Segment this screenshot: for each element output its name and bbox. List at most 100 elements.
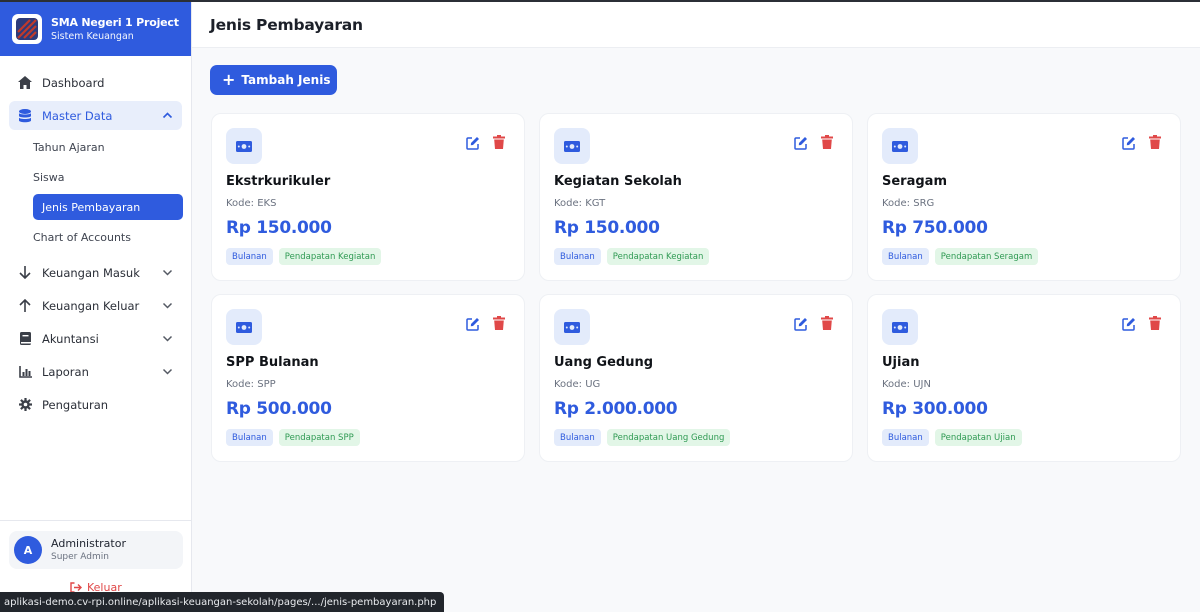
sidebar-item-keuangan-masuk[interactable]: Keuangan Masuk bbox=[9, 258, 182, 287]
period-badge: Bulanan bbox=[882, 248, 929, 265]
sidebar-item-label: Laporan bbox=[42, 364, 89, 379]
period-badge: Bulanan bbox=[226, 248, 273, 265]
money-bill-icon bbox=[882, 128, 918, 164]
top-border bbox=[0, 0, 1200, 2]
chevron-down-icon bbox=[162, 302, 173, 309]
sidebar-item-label: Akuntansi bbox=[42, 331, 99, 346]
card-price: Rp 2.000.000 bbox=[554, 399, 678, 419]
money-bill-icon bbox=[882, 309, 918, 345]
card-price: Rp 300.000 bbox=[882, 399, 988, 419]
card-price: Rp 150.000 bbox=[554, 218, 660, 238]
payment-type-card: Uang Gedung Kode: UG Rp 2.000.000 Bulana… bbox=[539, 294, 853, 462]
database-icon bbox=[18, 108, 32, 123]
payment-type-card: Kegiatan Sekolah Kode: KGT Rp 150.000 Bu… bbox=[539, 113, 853, 281]
money-bill-icon bbox=[226, 309, 262, 345]
card-code: Kode: SRG bbox=[882, 198, 935, 209]
card-title: Uang Gedung bbox=[554, 355, 654, 370]
chevron-up-icon bbox=[162, 112, 173, 119]
edit-icon[interactable] bbox=[466, 136, 480, 150]
account-badge: Pendapatan Kegiatan bbox=[606, 248, 710, 265]
trash-icon[interactable] bbox=[820, 135, 834, 149]
money-bill-icon bbox=[554, 128, 590, 164]
card-title: Ujian bbox=[882, 355, 920, 370]
card-title: SPP Bulanan bbox=[226, 355, 319, 370]
chevron-down-icon bbox=[162, 335, 173, 342]
chevron-down-icon bbox=[162, 368, 173, 375]
chart-line-icon bbox=[18, 365, 32, 379]
add-jenis-button[interactable]: + Tambah Jenis bbox=[210, 65, 337, 95]
user-card[interactable]: A Administrator Super Admin bbox=[9, 531, 183, 569]
app-title: SMA Negeri 1 Project bbox=[51, 15, 179, 29]
sidebar-subitem-tahun-ajaran[interactable]: Tahun Ajaran bbox=[9, 134, 182, 160]
sidebar-item-label: Dashboard bbox=[42, 75, 105, 90]
card-price: Rp 500.000 bbox=[226, 399, 332, 419]
trash-icon[interactable] bbox=[492, 316, 506, 330]
add-jenis-label: Tambah Jenis bbox=[241, 73, 331, 87]
trash-icon[interactable] bbox=[820, 316, 834, 330]
edit-icon[interactable] bbox=[794, 136, 808, 150]
edit-icon[interactable] bbox=[1122, 317, 1136, 331]
app-subtitle: Sistem Keuangan bbox=[51, 30, 134, 42]
sidebar-item-label: Keuangan Masuk bbox=[42, 265, 140, 280]
arrow-up-icon bbox=[18, 299, 32, 313]
period-badge: Bulanan bbox=[882, 429, 929, 446]
edit-icon[interactable] bbox=[466, 317, 480, 331]
browser-status-url: aplikasi-demo.cv-rpi.online/aplikasi-keu… bbox=[0, 592, 445, 612]
payment-type-card: SPP Bulanan Kode: SPP Rp 500.000 Bulanan… bbox=[211, 294, 525, 462]
period-badge: Bulanan bbox=[226, 429, 273, 446]
account-badge: Pendapatan SPP bbox=[278, 429, 360, 446]
payment-type-card: Ekstrkurikuler Kode: EKS Rp 150.000 Bula… bbox=[211, 113, 525, 281]
sidebar-item-label: Pengaturan bbox=[42, 397, 109, 412]
card-title: Ekstrkurikuler bbox=[226, 174, 331, 189]
sidebar-item-pengaturan[interactable]: Pengaturan bbox=[9, 390, 182, 419]
user-role: Super Admin bbox=[51, 552, 109, 562]
card-price: Rp 150.000 bbox=[226, 218, 332, 238]
brand-header[interactable]: SMA Negeri 1 Project Sistem Keuangan bbox=[0, 2, 191, 56]
sidebar-item-laporan[interactable]: Laporan bbox=[9, 357, 182, 386]
period-badge: Bulanan bbox=[554, 429, 601, 446]
trash-icon[interactable] bbox=[492, 135, 506, 149]
card-title: Seragam bbox=[882, 174, 947, 189]
card-code: Kode: SPP bbox=[226, 379, 276, 390]
sidebar-item-keuangan-keluar[interactable]: Keuangan Keluar bbox=[9, 291, 182, 320]
card-code: Kode: EKS bbox=[226, 198, 277, 209]
sidebar-item-label: Keuangan Keluar bbox=[42, 298, 140, 313]
money-bill-icon bbox=[226, 128, 262, 164]
payment-type-card: Ujian Kode: UJN Rp 300.000 Bulanan Penda… bbox=[867, 294, 1181, 462]
card-title: Kegiatan Sekolah bbox=[554, 174, 682, 189]
user-name: Administrator bbox=[51, 537, 126, 550]
arrow-down-icon bbox=[18, 266, 32, 280]
page-header: Jenis Pembayaran bbox=[192, 2, 1200, 48]
sidebar-subitem-siswa[interactable]: Siswa bbox=[9, 164, 182, 190]
plus-icon: + bbox=[222, 70, 236, 89]
chevron-down-icon bbox=[162, 269, 173, 276]
avatar: A bbox=[14, 536, 42, 564]
sidebar-item-label: Master Data bbox=[42, 108, 113, 123]
account-badge: Pendapatan Ujian bbox=[934, 429, 1022, 446]
home-icon bbox=[18, 76, 32, 90]
sidebar-subitem-chart-of-accounts[interactable]: Chart of Accounts bbox=[9, 224, 182, 250]
card-price: Rp 750.000 bbox=[882, 218, 988, 238]
gear-icon bbox=[18, 398, 32, 412]
money-bill-icon bbox=[554, 309, 590, 345]
sidebar-item-akuntansi[interactable]: Akuntansi bbox=[9, 324, 182, 353]
account-badge: Pendapatan Uang Gedung bbox=[606, 429, 731, 446]
book-icon bbox=[18, 332, 32, 346]
card-code: Kode: UG bbox=[554, 379, 601, 390]
sidebar-nav: Dashboard Master Data Tahun Ajaran Siswa… bbox=[0, 56, 191, 419]
account-badge: Pendapatan Kegiatan bbox=[278, 248, 382, 265]
striped-logo-icon bbox=[12, 14, 42, 44]
payment-type-card: Seragam Kode: SRG Rp 750.000 Bulanan Pen… bbox=[867, 113, 1181, 281]
trash-icon[interactable] bbox=[1148, 316, 1162, 330]
edit-icon[interactable] bbox=[1122, 136, 1136, 150]
page-title: Jenis Pembayaran bbox=[210, 15, 363, 34]
card-code: Kode: KGT bbox=[554, 198, 606, 209]
trash-icon[interactable] bbox=[1148, 135, 1162, 149]
account-badge: Pendapatan Seragam bbox=[934, 248, 1039, 265]
sidebar-subitem-jenis-pembayaran[interactable]: Jenis Pembayaran bbox=[33, 194, 183, 220]
period-badge: Bulanan bbox=[554, 248, 601, 265]
edit-icon[interactable] bbox=[794, 317, 808, 331]
sidebar-item-dashboard[interactable]: Dashboard bbox=[9, 68, 182, 97]
card-code: Kode: UJN bbox=[882, 379, 931, 390]
sidebar-item-master-data[interactable]: Master Data bbox=[9, 101, 182, 130]
